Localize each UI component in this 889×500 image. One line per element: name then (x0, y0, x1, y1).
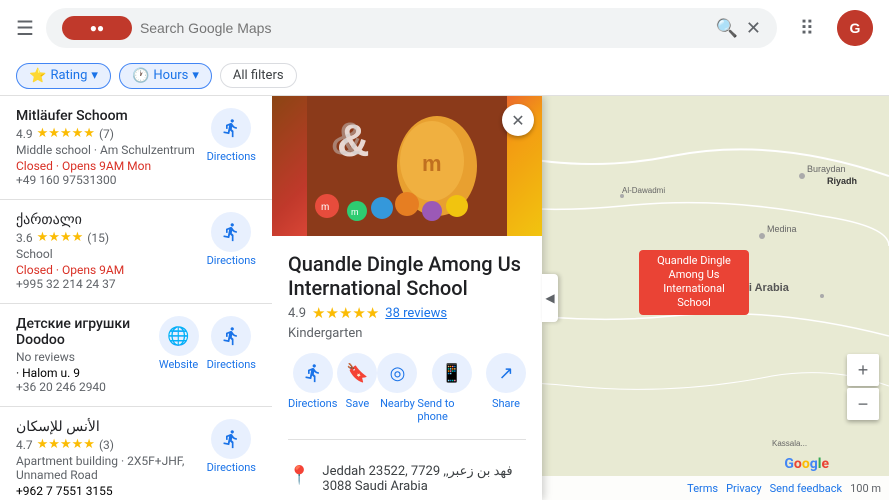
user-avatar[interactable]: G (837, 10, 873, 46)
directions-icon (211, 108, 251, 148)
filter-rating[interactable]: ⭐ Rating ▾ (16, 63, 111, 89)
list-item[interactable]: Детские игрушки Doodoo No reviews · Halo… (0, 304, 272, 407)
item-status: +962 7 7551 3155 (16, 484, 199, 498)
directions-button[interactable]: Directions (207, 316, 256, 371)
item-phone: +49 160 97531300 (16, 173, 199, 187)
reviews-link[interactable]: 38 reviews (385, 306, 447, 321)
item-info: Mitläufer Schoom 4.9 ★★★★★ (7) Middle sc… (16, 108, 199, 187)
list-item[interactable]: ქართალი 3.6 ★★★★ (15) School Closed · Op… (0, 200, 272, 304)
address-row: 📍 Jeddah 23522, 7729 ,فهد بن زعبر, 3088 … (288, 456, 526, 500)
nearby-action[interactable]: ◎ Nearby (377, 353, 417, 423)
item-status: · Halom u. 9 (16, 366, 151, 380)
item-rating: 4.9 ★★★★★ (7) (16, 126, 199, 141)
directions-icon (293, 353, 333, 393)
nearby-icon: ◎ (377, 353, 417, 393)
directions-action[interactable]: Directions (288, 353, 337, 423)
app-logo: ●● (62, 16, 132, 40)
map-controls: + − (847, 354, 879, 420)
zoom-out-button[interactable]: − (847, 388, 879, 420)
close-detail-button[interactable]: ✕ (502, 104, 534, 136)
directions-button[interactable]: Directions (207, 108, 256, 163)
directions-icon (211, 419, 251, 459)
item-info: Детские игрушки Doodoo No reviews · Halo… (16, 316, 151, 394)
website-button[interactable]: 🌐 Website (159, 316, 199, 371)
item-rating: 4.7 ★★★★★ (3) (16, 437, 199, 452)
detail-actions: Directions 🔖 Save ◎ Nearby 📱 Send to pho… (288, 353, 526, 440)
chevron-down-icon: ▾ (192, 68, 199, 83)
privacy-link[interactable]: Privacy (726, 482, 762, 495)
svg-text:m: m (351, 207, 359, 217)
collapse-panel-button[interactable]: ◀ (542, 274, 558, 322)
terms-link[interactable]: Terms (687, 482, 718, 495)
detail-content: Quandle Dingle Among Us International Sc… (272, 236, 542, 500)
save-icon: 🔖 (337, 353, 377, 393)
item-name: Детские игрушки Doodoo (16, 316, 151, 348)
item-status: Closed · Opens 9AM (16, 263, 199, 277)
svg-text:Al-Dawadmi: Al-Dawadmi (622, 186, 665, 195)
item-info: ქართალი 3.6 ★★★★ (15) School Closed · Op… (16, 212, 199, 291)
list-item[interactable]: Mitläufer Schoom 4.9 ★★★★★ (7) Middle sc… (0, 96, 272, 200)
item-name: ქართალი (16, 212, 199, 228)
main-area: Mitläufer Schoom 4.9 ★★★★★ (7) Middle sc… (0, 96, 889, 500)
directions-icon (211, 212, 251, 252)
location-icon: 📍 (288, 465, 310, 486)
svg-text:&: & (332, 113, 362, 164)
item-name: Mitläufer Schoom (16, 108, 199, 124)
svg-text:m: m (422, 151, 442, 176)
map-area[interactable]: Buraydan Medina Riyadh Afif Saudi Arabia… (272, 96, 889, 500)
place-name: Quandle Dingle Among Us International Sc… (288, 252, 526, 300)
hamburger-icon[interactable]: ☰ (16, 16, 34, 40)
map-footer-links: Terms Privacy Send feedback 100 m (687, 482, 881, 495)
send-to-phone-action[interactable]: 📱 Send to phone (417, 353, 486, 423)
zoom-in-button[interactable]: + (847, 354, 879, 386)
feedback-link[interactable]: Send feedback (770, 482, 842, 495)
svg-text:G: G (850, 20, 861, 36)
item-type: Middle school · Am Schulzentrum (16, 143, 199, 157)
item-phone: +995 32 214 24 37 (16, 277, 199, 291)
close-icon[interactable]: ✕ (746, 18, 761, 39)
share-icon: ↗ (486, 353, 526, 393)
item-phone: +36 20 246 2940 (16, 380, 151, 394)
sidebar: Mitläufer Schoom 4.9 ★★★★★ (7) Middle sc… (0, 96, 272, 500)
map-scale: 100 m (850, 482, 881, 495)
filter-all[interactable]: All filters (220, 63, 297, 88)
filter-bar: ⭐ Rating ▾ 🕐 Hours ▾ All filters (0, 56, 889, 96)
search-icon[interactable]: 🔍 (715, 18, 737, 39)
search-box: ●● 🔍 ✕ (46, 8, 777, 48)
item-type: No reviews (16, 350, 151, 364)
item-name: الأنس للإسكان (16, 419, 199, 435)
place-category: Kindergarten (288, 326, 526, 341)
svg-text:m: m (321, 202, 329, 213)
star-icon: ⭐ (29, 68, 46, 84)
detail-panel: m m m & & (272, 96, 542, 500)
google-logo: Google (784, 456, 829, 472)
directions-button[interactable]: Directions (207, 212, 256, 267)
item-type: Apartment building · 2X5F+JHF, Unnamed R… (16, 454, 199, 482)
svg-text:Kassala...: Kassala... (772, 439, 807, 448)
place-image: m m m & & (272, 96, 542, 236)
svg-text:Buraydan: Buraydan (807, 164, 846, 174)
map-place-label[interactable]: Quandle Dingle Among Us International Sc… (639, 250, 749, 315)
search-input[interactable] (140, 20, 708, 36)
directions-icon (211, 316, 251, 356)
item-status: Closed · Opens 9AM Mon (16, 159, 199, 173)
save-action[interactable]: 🔖 Save (337, 353, 377, 423)
chevron-down-icon: ▾ (91, 68, 98, 83)
share-action[interactable]: ↗ Share (486, 353, 526, 423)
top-bar: ☰ ●● 🔍 ✕ ⠿ G (0, 0, 889, 56)
svg-text:Medina: Medina (767, 224, 797, 234)
place-rating: 4.9 ★★★★★ 38 reviews (288, 304, 526, 322)
svg-text:Riyadh: Riyadh (827, 176, 857, 186)
apps-icon[interactable]: ⠿ (789, 10, 825, 46)
item-rating: 3.6 ★★★★ (15) (16, 230, 199, 245)
item-actions: 🌐 Website Directions (159, 316, 256, 371)
website-icon: 🌐 (159, 316, 199, 356)
list-item[interactable]: الأنس للإسكان 4.7 ★★★★★ (3) Apartment bu… (0, 407, 272, 500)
send-to-phone-icon: 📱 (432, 353, 472, 393)
directions-button[interactable]: Directions (207, 419, 256, 474)
filter-hours[interactable]: 🕐 Hours ▾ (119, 63, 212, 89)
item-type: School (16, 247, 199, 261)
item-info: الأنس للإسكان 4.7 ★★★★★ (3) Apartment bu… (16, 419, 199, 498)
clock-icon: 🕐 (132, 68, 149, 84)
